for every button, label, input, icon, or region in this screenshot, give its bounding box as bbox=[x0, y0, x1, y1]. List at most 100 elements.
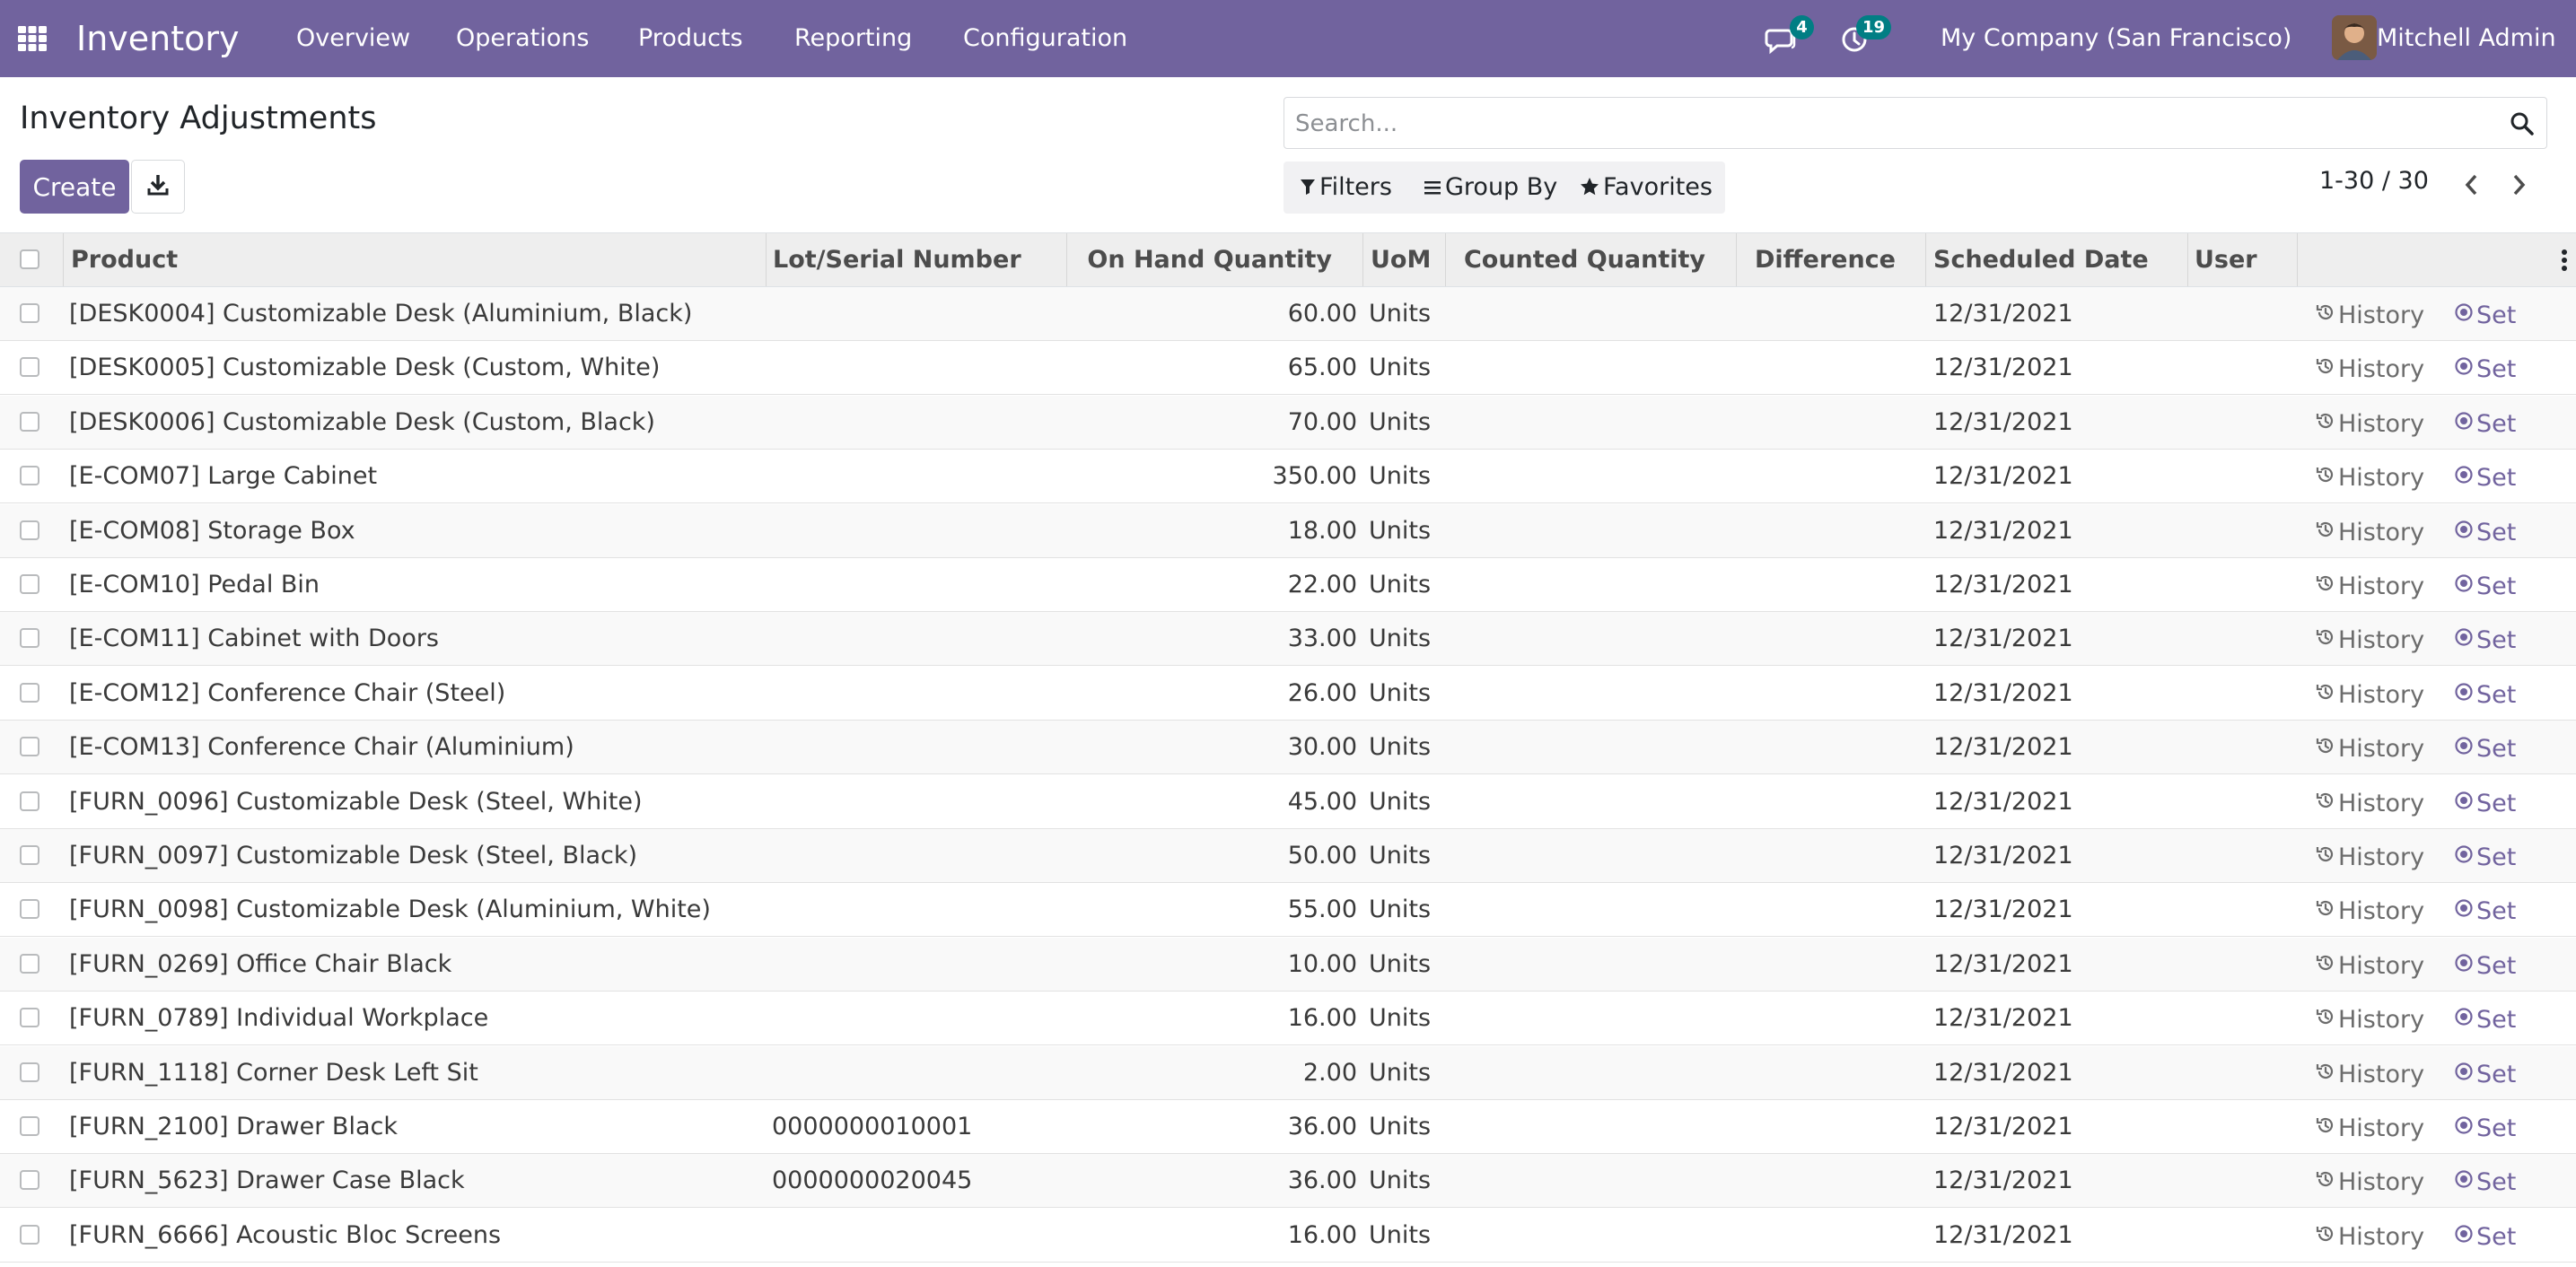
table-row[interactable]: [FURN_0096] Customizable Desk (Steel, Wh… bbox=[0, 774, 2576, 830]
set-button[interactable]: Set bbox=[2454, 1156, 2516, 1209]
counted-quantity-cell[interactable] bbox=[1447, 612, 1734, 665]
history-button[interactable]: History bbox=[2316, 398, 2424, 450]
counted-quantity-cell[interactable] bbox=[1447, 1100, 1734, 1153]
pager-value[interactable]: 1-30 / 30 bbox=[2319, 167, 2429, 195]
download-button[interactable] bbox=[131, 160, 185, 214]
menu-configuration[interactable]: Configuration bbox=[963, 0, 1127, 77]
counted-quantity-cell[interactable] bbox=[1447, 450, 1734, 502]
pager-previous-button[interactable] bbox=[2458, 170, 2484, 203]
history-button[interactable]: History bbox=[2316, 993, 2424, 1046]
history-button[interactable]: History bbox=[2316, 777, 2424, 830]
counted-quantity-cell[interactable] bbox=[1447, 341, 1734, 394]
group-by-button[interactable]: Group By bbox=[1424, 162, 1557, 214]
set-button[interactable]: Set bbox=[2454, 777, 2516, 830]
counted-quantity-cell[interactable] bbox=[1447, 883, 1734, 936]
history-button[interactable]: History bbox=[2316, 1210, 2424, 1263]
history-button[interactable]: History bbox=[2316, 560, 2424, 613]
set-button[interactable]: Set bbox=[2454, 506, 2516, 559]
set-button[interactable]: Set bbox=[2454, 831, 2516, 884]
set-button[interactable]: Set bbox=[2454, 1048, 2516, 1101]
row-checkbox[interactable] bbox=[20, 574, 39, 594]
set-button[interactable]: Set bbox=[2454, 1210, 2516, 1263]
menu-products[interactable]: Products bbox=[638, 0, 743, 77]
row-checkbox[interactable] bbox=[20, 1062, 39, 1082]
history-button[interactable]: History bbox=[2316, 1102, 2424, 1155]
row-checkbox[interactable] bbox=[20, 953, 39, 974]
row-checkbox[interactable] bbox=[20, 466, 39, 486]
filters-button[interactable]: Filters bbox=[1300, 162, 1392, 214]
column-header-uom[interactable]: UoM bbox=[1371, 233, 1431, 286]
column-header-user[interactable]: User bbox=[2195, 233, 2257, 286]
select-all-checkbox[interactable] bbox=[20, 249, 39, 269]
counted-quantity-cell[interactable] bbox=[1447, 1154, 1734, 1207]
column-header-difference[interactable]: Difference bbox=[1738, 233, 1896, 286]
counted-quantity-cell[interactable] bbox=[1447, 1046, 1734, 1099]
counted-quantity-cell[interactable] bbox=[1447, 992, 1734, 1044]
history-button[interactable]: History bbox=[2316, 343, 2424, 396]
counted-quantity-cell[interactable] bbox=[1447, 287, 1734, 340]
history-button[interactable]: History bbox=[2316, 668, 2424, 721]
search-icon[interactable] bbox=[2509, 110, 2536, 137]
counted-quantity-cell[interactable] bbox=[1447, 504, 1734, 557]
counted-quantity-cell[interactable] bbox=[1447, 396, 1734, 449]
row-checkbox[interactable] bbox=[20, 357, 39, 378]
row-checkbox[interactable] bbox=[20, 899, 39, 920]
set-button[interactable]: Set bbox=[2454, 614, 2516, 667]
set-button[interactable]: Set bbox=[2454, 939, 2516, 992]
row-checkbox[interactable] bbox=[20, 1224, 39, 1245]
table-row[interactable]: [E-COM08] Storage Box 18.00 Units 12/31/202… bbox=[0, 503, 2576, 559]
counted-quantity-cell[interactable] bbox=[1447, 829, 1734, 882]
history-button[interactable]: History bbox=[2316, 289, 2424, 342]
avatar[interactable] bbox=[2332, 15, 2377, 60]
history-button[interactable]: History bbox=[2316, 885, 2424, 938]
app-brand[interactable]: Inventory bbox=[76, 0, 240, 77]
row-checkbox[interactable] bbox=[20, 791, 39, 811]
history-button[interactable]: History bbox=[2316, 506, 2424, 559]
set-button[interactable]: Set bbox=[2454, 1102, 2516, 1155]
row-checkbox[interactable] bbox=[20, 682, 39, 703]
menu-reporting[interactable]: Reporting bbox=[794, 0, 912, 77]
set-button[interactable]: Set bbox=[2454, 560, 2516, 613]
row-checkbox[interactable] bbox=[20, 1170, 39, 1191]
table-row[interactable]: [DESK0004] Customizable Desk (Aluminium,… bbox=[0, 287, 2576, 341]
set-button[interactable]: Set bbox=[2454, 993, 2516, 1046]
history-button[interactable]: History bbox=[2316, 1156, 2424, 1209]
company-switcher[interactable]: My Company (San Francisco) bbox=[1941, 0, 2291, 77]
apps-grid-icon[interactable] bbox=[18, 26, 47, 51]
row-checkbox[interactable] bbox=[20, 1008, 39, 1028]
history-button[interactable]: History bbox=[2316, 614, 2424, 667]
menu-operations[interactable]: Operations bbox=[456, 0, 589, 77]
pager-next-button[interactable] bbox=[2506, 170, 2533, 203]
row-checkbox[interactable] bbox=[20, 520, 39, 540]
table-row[interactable]: [E-COM12] Conference Chair (Steel) 26.00 U… bbox=[0, 666, 2576, 721]
counted-quantity-cell[interactable] bbox=[1447, 721, 1734, 773]
row-checkbox[interactable] bbox=[20, 411, 39, 432]
table-row[interactable]: [FURN_5623] Drawer Case Black 00000000200… bbox=[0, 1154, 2576, 1209]
set-button[interactable]: Set bbox=[2454, 398, 2516, 450]
set-button[interactable]: Set bbox=[2454, 668, 2516, 721]
history-button[interactable]: History bbox=[2316, 722, 2424, 775]
search-input[interactable] bbox=[1293, 105, 2464, 143]
table-row[interactable]: [E-COM10] Pedal Bin 22.00 Units 12/31/2021 H… bbox=[0, 558, 2576, 612]
column-header-lot[interactable]: Lot/Serial Number bbox=[773, 233, 1021, 286]
user-menu[interactable]: Mitchell Admin bbox=[2377, 0, 2556, 77]
set-button[interactable]: Set bbox=[2454, 722, 2516, 775]
history-button[interactable]: History bbox=[2316, 831, 2424, 884]
favorites-button[interactable]: Favorites bbox=[1580, 162, 1713, 214]
create-button[interactable]: Create bbox=[20, 160, 129, 214]
table-row[interactable]: [E-COM13] Conference Chair (Aluminium) 30… bbox=[0, 721, 2576, 775]
set-button[interactable]: Set bbox=[2454, 451, 2516, 504]
set-button[interactable]: Set bbox=[2454, 289, 2516, 342]
table-row[interactable]: [FURN_1118] Corner Desk Left Sit 2.00 Unit… bbox=[0, 1045, 2576, 1101]
column-header-on-hand[interactable]: On Hand Quantity bbox=[1068, 233, 1332, 286]
table-row[interactable]: [FURN_6666] Acoustic Bloc Screens 16.00 Un… bbox=[0, 1208, 2576, 1263]
counted-quantity-cell[interactable] bbox=[1447, 667, 1734, 720]
row-checkbox[interactable] bbox=[20, 1116, 39, 1136]
counted-quantity-cell[interactable] bbox=[1447, 775, 1734, 828]
counted-quantity-cell[interactable] bbox=[1447, 1209, 1734, 1262]
table-row[interactable]: [E-COM11] Cabinet with Doors 33.00 Units 12… bbox=[0, 612, 2576, 667]
set-button[interactable]: Set bbox=[2454, 885, 2516, 938]
set-button[interactable]: Set bbox=[2454, 343, 2516, 396]
row-checkbox[interactable] bbox=[20, 737, 39, 757]
history-button[interactable]: History bbox=[2316, 451, 2424, 504]
